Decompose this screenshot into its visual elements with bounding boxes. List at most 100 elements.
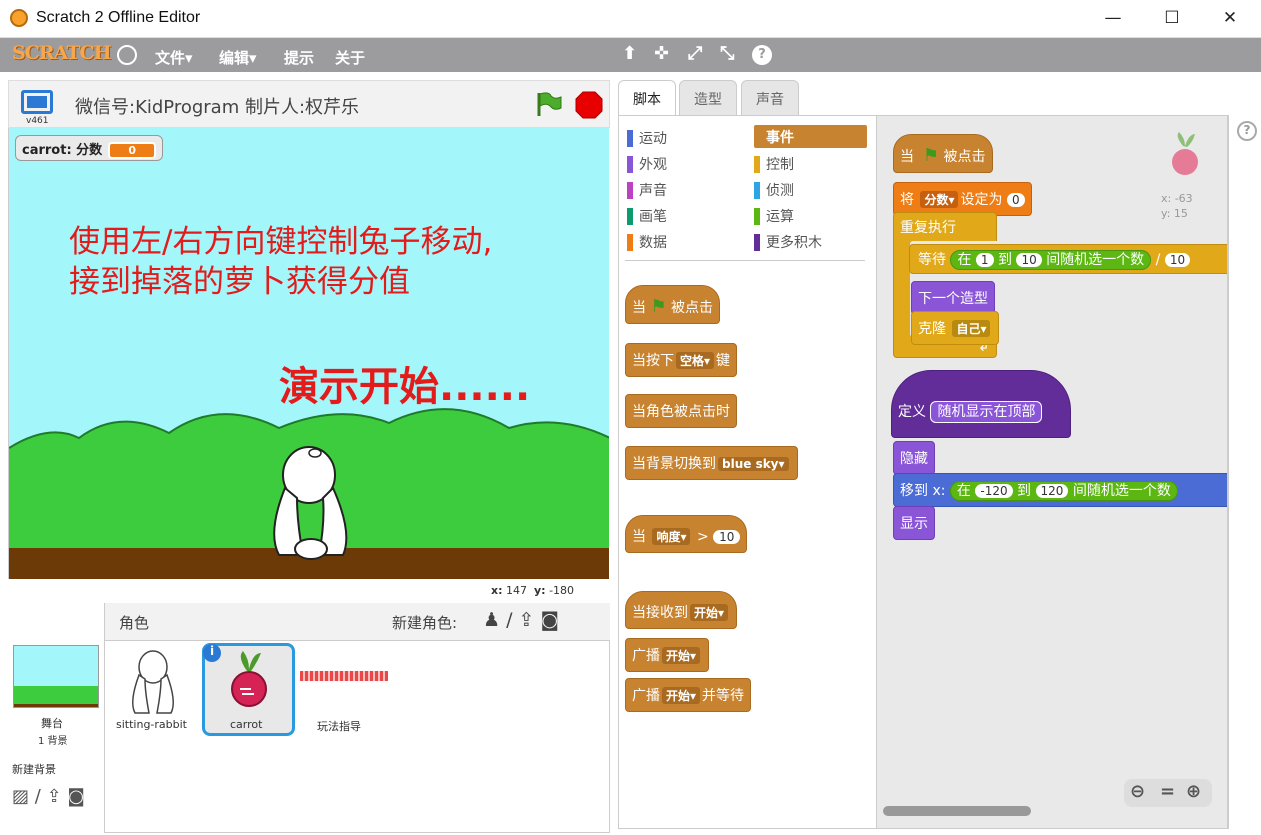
tab-scripts[interactable]: 脚本: [618, 80, 676, 118]
guide-thumbnail: [300, 671, 388, 681]
script-next-costume[interactable]: 下一个造型: [911, 281, 995, 315]
window-title: Scratch 2 Offline Editor: [36, 9, 201, 26]
globe-icon[interactable]: [117, 45, 137, 65]
script-goto-xy[interactable]: 移到 x: 在 -120 到 120 间随机选一个数: [893, 473, 1227, 507]
version-label: v461: [26, 116, 49, 126]
stage-label: 舞台: [41, 717, 63, 730]
delete-scissors-icon[interactable]: ✜: [654, 43, 669, 64]
scratch-logo[interactable]: SCRATCH: [12, 42, 112, 64]
script-define-block[interactable]: 定义 随机显示在顶部: [891, 370, 1071, 438]
zoom-out-icon[interactable]: ⊖: [1130, 781, 1145, 802]
script-wait[interactable]: 等待 在 1 到 10 间随机选一个数 / 10: [909, 244, 1227, 274]
maximize-button[interactable]: ☐: [1157, 8, 1187, 30]
camera-sprite-icon[interactable]: ◙: [541, 609, 559, 631]
scripts-area[interactable]: x: -63 y: 15 当 ⚑ 被点击 将 分数▾ 设定为 0 重复执行 ↲ 等…: [876, 115, 1228, 829]
category-data[interactable]: 数据: [627, 232, 727, 252]
sprite-tile-guide[interactable]: 玩法指导: [298, 645, 393, 735]
duplicate-stamp-icon[interactable]: ⬆: [622, 43, 637, 64]
script-when-flag-clicked[interactable]: 当 ⚑ 被点击: [893, 134, 993, 173]
menu-file[interactable]: 文件▾: [155, 47, 193, 68]
horizontal-scrollbar[interactable]: [883, 806, 1031, 816]
info-icon[interactable]: i: [203, 644, 221, 662]
category-looks[interactable]: 外观: [627, 154, 727, 174]
script-hide[interactable]: 隐藏: [893, 441, 935, 475]
block-when-sprite-clicked[interactable]: 当角色被点击时: [625, 394, 737, 428]
stop-icon[interactable]: [575, 91, 603, 119]
camera-backdrop-icon[interactable]: ◙: [67, 786, 84, 807]
help-icon[interactable]: ?: [752, 45, 772, 65]
block-broadcast-and-wait[interactable]: 广播 开始▾ 并等待: [625, 678, 752, 712]
menu-edit[interactable]: 编辑▾: [219, 47, 257, 68]
zoom-reset-icon[interactable]: =: [1160, 781, 1175, 802]
script-show[interactable]: 显示: [893, 506, 935, 540]
sprite-x: x: -63: [1161, 192, 1193, 205]
new-sprite-tools: ♟ / ⇪ ◙: [483, 609, 559, 631]
palette-divider: [625, 260, 865, 261]
random-operator[interactable]: 在 -120 到 120 间随机选一个数: [949, 481, 1178, 501]
script-set-variable[interactable]: 将 分数▾ 设定为 0: [893, 182, 1032, 216]
flag-icon: ⚑: [922, 145, 940, 166]
instruction-line-1: 使用左/右方向键控制兔子移动,: [69, 224, 493, 260]
paint-backdrop-icon[interactable]: ▨: [12, 786, 29, 807]
rabbit-sprite[interactable]: [267, 443, 357, 561]
help-icon[interactable]: ?: [1237, 121, 1257, 141]
zoom-controls: ⊖ = ⊕: [1124, 779, 1212, 807]
close-button[interactable]: ✕: [1215, 8, 1245, 30]
category-events[interactable]: 事件: [754, 125, 867, 148]
mouse-coords: x: 147 y: -180: [491, 584, 575, 597]
help-gutter: ?: [1228, 115, 1261, 829]
paint-sprite-icon[interactable]: /: [506, 609, 512, 631]
block-when-receive[interactable]: 当接收到 开始▾: [625, 591, 738, 629]
draw-backdrop-icon[interactable]: /: [35, 786, 41, 807]
new-sprite-label: 新建角色:: [392, 614, 458, 632]
block-when-backdrop-switches[interactable]: 当背景切换到 blue sky▾: [625, 446, 798, 480]
stage-backdrop-count: 1 背景: [38, 736, 68, 747]
sprite-y: y: 15: [1161, 207, 1188, 220]
category-sound[interactable]: 声音: [627, 180, 727, 200]
sprite-name: sitting-rabbit: [116, 718, 187, 731]
fullscreen-icon[interactable]: [21, 90, 53, 114]
random-operator[interactable]: 在 1 到 10 间随机选一个数: [950, 250, 1152, 270]
category-control[interactable]: 控制: [754, 154, 854, 174]
stage-thumbnail[interactable]: [13, 645, 99, 708]
category-sensing[interactable]: 侦测: [754, 180, 854, 200]
block-broadcast[interactable]: 广播 开始▾: [625, 638, 710, 672]
scratch-cat-icon: [10, 9, 28, 27]
minimize-button[interactable]: —: [1098, 8, 1128, 30]
category-motion[interactable]: 运动: [627, 128, 727, 148]
sprite-tile-rabbit[interactable]: sitting-rabbit: [113, 645, 198, 735]
block-when-loudness[interactable]: 当 响度▾ > 10: [625, 515, 748, 553]
rabbit-thumbnail: [132, 650, 174, 714]
script-clone[interactable]: 克隆 自己▾: [911, 311, 1000, 345]
sprites-title: 角色: [119, 614, 150, 632]
zoom-in-icon[interactable]: ⊕: [1186, 781, 1201, 802]
instruction-line-2: 接到掉落的萝卜获得分值: [69, 264, 410, 300]
sprite-name: carrot: [230, 718, 263, 731]
variable-monitor[interactable]: carrot: 分数 0: [15, 135, 164, 161]
sprite-tile-carrot[interactable]: i carrot: [202, 643, 295, 736]
stage-thumbnail-panel[interactable]: 舞台 1 背景 新建背景 ▨ / ⇪ ◙: [8, 603, 105, 833]
choose-sprite-icon[interactable]: ♟: [483, 609, 500, 631]
backdrop-tools: ▨ / ⇪ ◙: [12, 786, 85, 807]
menu-bar: SCRATCH 文件▾ 编辑▾ 提示 关于 ⬆ ✜ ⤢ ⤡ ?: [0, 38, 1261, 72]
new-backdrop-label: 新建背景: [12, 763, 56, 776]
menu-tips[interactable]: 提示: [284, 47, 314, 68]
project-title[interactable]: 微信号:KidProgram 制片人:权芹乐: [75, 93, 359, 119]
green-flag-icon[interactable]: [535, 91, 563, 117]
flag-icon: ⚑: [650, 296, 667, 317]
block-when-key-pressed[interactable]: 当按下 空格▾ 键: [625, 343, 738, 377]
block-when-flag-clicked[interactable]: 当 ⚑ 被点击: [625, 285, 721, 324]
tab-costumes[interactable]: 造型: [679, 80, 737, 115]
upload-backdrop-icon[interactable]: ⇪: [47, 786, 62, 807]
grow-icon[interactable]: ⤢: [688, 43, 702, 64]
variable-label: carrot: 分数: [22, 143, 103, 158]
shrink-icon[interactable]: ⤡: [720, 43, 734, 64]
category-pen[interactable]: 画笔: [627, 206, 727, 226]
stage-canvas[interactable]: carrot: 分数 0 使用左/右方向键控制兔子移动, 接到掉落的萝卜获得分值 …: [8, 128, 609, 579]
category-more-blocks[interactable]: 更多积木: [754, 232, 864, 252]
category-operators[interactable]: 运算: [754, 206, 854, 226]
upload-sprite-icon[interactable]: ⇪: [519, 609, 535, 631]
tab-sounds[interactable]: 声音: [741, 80, 799, 115]
window-title-bar: Scratch 2 Offline Editor — ☐ ✕: [0, 0, 1261, 38]
menu-about[interactable]: 关于: [335, 47, 365, 68]
